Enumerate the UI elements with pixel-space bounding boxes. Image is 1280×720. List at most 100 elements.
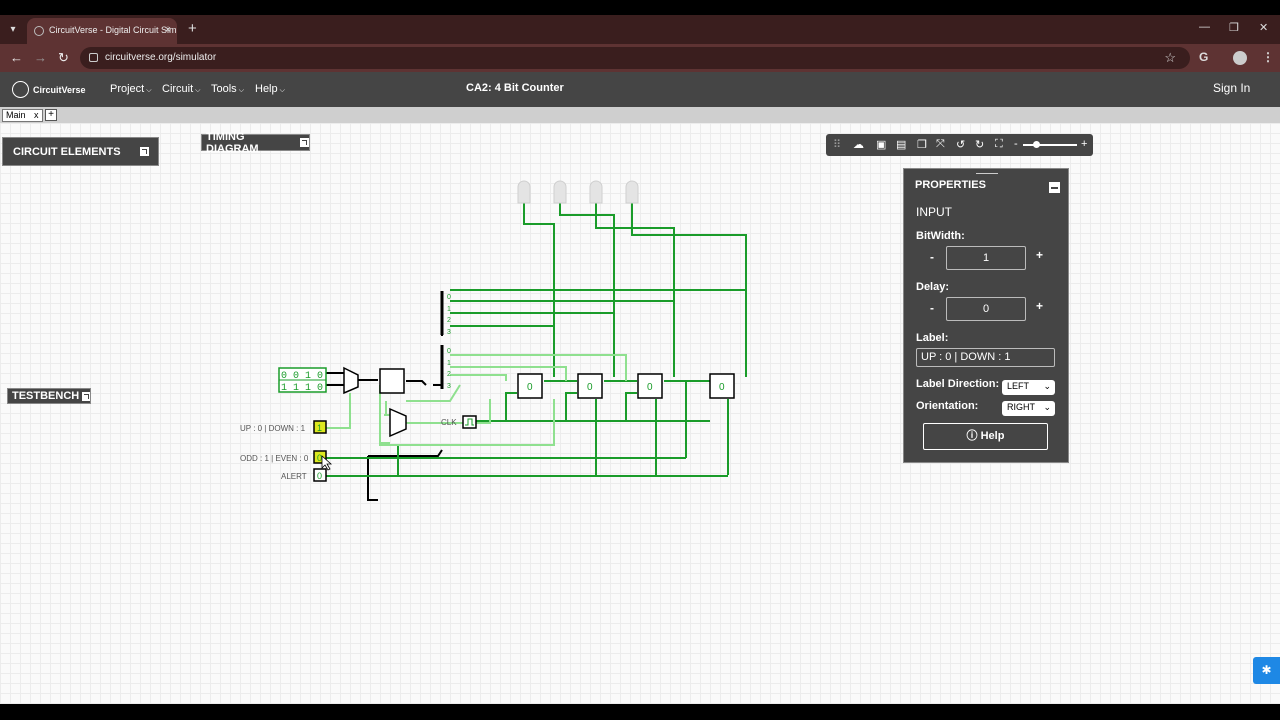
expand-icon[interactable] [140,147,149,156]
bookmark-star-icon[interactable]: ☆ [1164,50,1176,66]
delay-increment[interactable]: + [1036,299,1043,313]
profile-avatar[interactable] [1233,51,1247,65]
chevron-down-icon: ⌵ [146,87,152,94]
circuit-tab-label: Main [6,110,26,120]
flip-flop-value: 0 [587,382,593,393]
oddeven-input-label: ODD : 1 | EVEN : 0 [240,454,309,463]
close-tab-icon[interactable]: × [165,24,171,36]
url-input[interactable]: circuitverse.org/simulator ☆ [80,47,1190,69]
expand-icon[interactable] [82,391,90,401]
drag-handle-icon[interactable]: ⠿ [833,138,841,151]
bitwidth-decrement[interactable]: - [930,250,934,264]
bitwidth-increment[interactable]: + [1036,248,1043,262]
led-output[interactable] [589,180,603,204]
project-title[interactable]: CA2: 4 Bit Counter [466,82,564,94]
timing-diagram-panel[interactable]: TIMING DIAGRAM [201,131,310,155]
adder-block[interactable] [379,368,405,394]
menu-tools[interactable]: Tools ⌵ [211,83,244,95]
zoom-slider-track[interactable] [1023,144,1077,146]
alert-value: 0 [317,471,322,481]
oddeven-input-value: 0 [317,453,322,463]
circuit-elements-panel[interactable]: CIRCUIT ELEMENTS [2,137,159,166]
delay-input[interactable]: 0 [946,297,1026,321]
bitwidth-input[interactable]: 1 [946,246,1026,270]
multiplexer[interactable] [389,407,407,438]
cloud-upload-icon[interactable]: ☁ [853,138,864,151]
wire [625,392,637,421]
minimize-icon[interactable]: — [1199,21,1210,33]
circuitverse-logo[interactable]: CircuitVerse [12,81,86,98]
browser-menu-icon[interactable]: ⋮ [1262,50,1274,64]
splitter-bit-label: 2 [447,371,451,378]
copy-icon[interactable]: ❐ [917,138,927,151]
splitter-bit-label: 2 [447,317,451,324]
add-circuit-tab-button[interactable]: + [45,109,57,121]
led-output[interactable] [625,180,639,204]
delay-label: Delay: [916,281,950,293]
browser-tab[interactable]: CircuitVerse - Digital Circuit Sim × [27,18,177,44]
wire [368,449,443,457]
splitter-bit-label: 1 [447,360,451,367]
led-output[interactable] [553,180,567,204]
splitter-bit-label: 1 [447,306,451,313]
wire [505,392,517,421]
chevron-down-icon: ⌄ [1043,381,1051,391]
circuit-tab-main[interactable]: Main x [2,109,43,122]
help-label: Help [980,430,1005,442]
zoom-in-button[interactable]: + [1081,138,1087,150]
simulator-canvas[interactable]: 0 0 1 0 1 1 1 0 0 1 2 3 0 1 2 3 0 0 0 0 … [0,123,1280,704]
splitter-bit-label: 0 [447,348,451,355]
help-button[interactable]: ⓘ Help [923,423,1048,450]
reload-icon[interactable]: ↻ [58,50,69,66]
report-bug-icon[interactable]: ✱ [1253,657,1280,684]
label-direction-select[interactable]: LEFT ⌄ [1002,380,1055,395]
back-icon[interactable]: ← [10,50,23,65]
minimize-icon[interactable] [1049,182,1060,193]
menu-tools-label: Tools [211,83,237,95]
label-input[interactable]: UP : 0 | DOWN : 1 [916,348,1055,367]
sign-in-link[interactable]: Sign In [1213,81,1250,95]
clock-input[interactable] [462,415,477,429]
browser-tab-bar: ▾ CircuitVerse - Digital Circuit Sim × +… [0,15,1280,44]
clk-label: CLK [441,418,457,427]
splitter-bit-label: 3 [447,329,451,336]
close-window-icon[interactable]: ✕ [1259,21,1268,34]
menu-project[interactable]: Project ⌵ [110,83,152,95]
redo-icon[interactable]: ↻ [975,138,984,151]
updown-input-value: 1 [317,423,322,433]
logo-icon [12,81,29,98]
close-circuit-tab-icon[interactable]: x [34,110,39,120]
multiplexer[interactable] [343,366,359,395]
flip-flop-value: 0 [527,382,533,393]
element-type: INPUT [916,205,952,219]
menu-circuit[interactable]: Circuit ⌵ [162,83,200,95]
maximize-icon[interactable]: ❐ [1229,21,1239,34]
save-icon[interactable]: ▣ [876,138,886,151]
app-navbar: CircuitVerse Project ⌵ Circuit ⌵ Tools ⌵ He… [0,72,1280,107]
updown-input-label: UP : 0 | DOWN : 1 [240,424,306,433]
expand-icon[interactable] [300,138,309,147]
info-icon: ⓘ [966,430,981,442]
orientation-select[interactable]: RIGHT ⌄ [1002,401,1055,416]
zoom-out-button[interactable]: - [1014,138,1018,150]
led-output[interactable] [517,180,531,204]
testbench-panel[interactable]: TESTBENCH [7,388,91,404]
delay-decrement[interactable]: - [930,301,934,315]
fit-icon[interactable]: ⤧ [936,138,945,151]
zoom-slider-thumb[interactable] [1033,141,1040,148]
undo-icon[interactable]: ↺ [956,138,965,151]
drag-handle[interactable] [976,173,998,174]
site-info-icon[interactable] [89,53,98,62]
circuit-diagram[interactable]: 0 0 1 0 1 1 1 0 0 1 2 3 0 1 2 3 0 0 0 0 … [0,123,1280,704]
constant-bottom-value: 1 1 1 0 [281,383,323,394]
extension-icon[interactable]: G [1199,50,1208,64]
wire [406,384,461,402]
tab-list-icon[interactable]: ▾ [4,21,22,39]
menu-help[interactable]: Help ⌵ [255,83,285,95]
timing-diagram-label: TIMING DIAGRAM [206,130,259,155]
new-tab-icon[interactable]: + [188,20,197,37]
forward-icon[interactable]: → [34,50,47,65]
fullscreen-icon[interactable]: ⛶ [995,138,1003,151]
wire [367,456,378,501]
delete-icon[interactable]: ▤ [896,138,906,151]
